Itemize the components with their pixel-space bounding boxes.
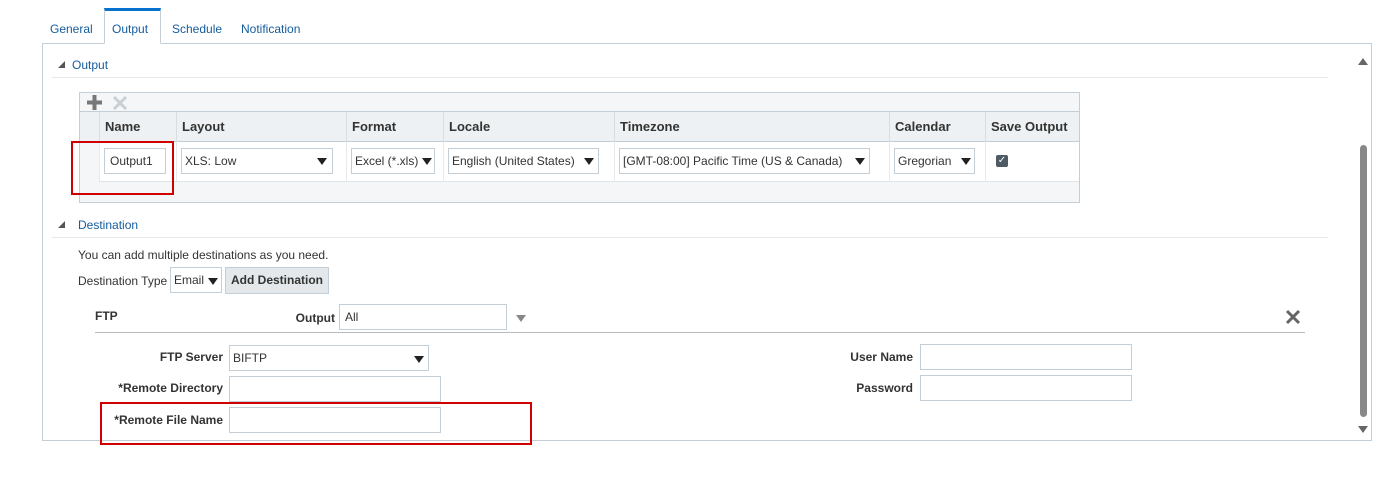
vertical-scrollbar[interactable] bbox=[1357, 53, 1370, 437]
column-header-save-output[interactable]: Save Output bbox=[986, 112, 1079, 142]
calendar-select[interactable]: Gregorian bbox=[894, 148, 975, 174]
user-name-label: User Name bbox=[850, 350, 913, 364]
ftp-server-value: BIFTP bbox=[233, 351, 268, 365]
chevron-down-icon bbox=[855, 158, 865, 165]
chevron-down-icon bbox=[584, 158, 594, 165]
column-header-calendar[interactable]: Calendar bbox=[890, 112, 986, 142]
table-row: Output1 XLS: Low Excel (*.xls) English (… bbox=[80, 142, 1079, 182]
column-header-layout[interactable]: Layout bbox=[177, 112, 347, 142]
scroll-up-icon[interactable] bbox=[1358, 58, 1368, 65]
section-divider bbox=[52, 237, 1328, 238]
destination-hint: You can add multiple destinations as you… bbox=[78, 248, 329, 262]
remote-directory-input[interactable] bbox=[229, 376, 441, 402]
cell-calendar: Gregorian bbox=[890, 142, 986, 182]
save-output-checkbox[interactable]: ✓ bbox=[996, 155, 1008, 167]
cell-layout: XLS: Low bbox=[177, 142, 347, 182]
delete-icon[interactable] bbox=[112, 95, 128, 111]
destination-type-value: Email bbox=[174, 273, 205, 287]
cell-timezone: [GMT-08:00] Pacific Time (US & Canada) bbox=[615, 142, 890, 182]
format-select-value: Excel (*.xls) bbox=[355, 154, 419, 168]
tab-general[interactable]: General bbox=[42, 8, 101, 44]
ftp-divider bbox=[95, 332, 1305, 333]
highlight-box-name bbox=[71, 141, 174, 195]
ftp-output-value: All bbox=[345, 310, 359, 324]
chevron-down-icon bbox=[208, 278, 218, 285]
collapse-triangle-icon[interactable] bbox=[58, 221, 66, 229]
ftp-server-select[interactable]: BIFTP bbox=[229, 345, 429, 371]
add-icon[interactable] bbox=[86, 94, 103, 111]
ftp-output-select[interactable]: All bbox=[339, 304, 507, 330]
layout-select-value: XLS: Low bbox=[185, 154, 237, 168]
password-label: Password bbox=[856, 381, 913, 395]
ftp-server-label: FTP Server bbox=[159, 350, 223, 364]
layout-select[interactable]: XLS: Low bbox=[181, 148, 333, 174]
password-input[interactable] bbox=[920, 375, 1132, 401]
column-header-timezone[interactable]: Timezone bbox=[615, 112, 890, 142]
calendar-select-value: Gregorian bbox=[898, 154, 952, 168]
table-header-row: Name Layout Format Locale Timezone Calen… bbox=[80, 111, 1079, 142]
destination-type-label: Destination Type bbox=[78, 274, 168, 288]
output-section-title[interactable]: Output bbox=[72, 58, 108, 72]
chevron-down-icon bbox=[422, 158, 432, 165]
column-header-name[interactable]: Name bbox=[100, 112, 177, 142]
column-header-locale[interactable]: Locale bbox=[444, 112, 615, 142]
chevron-down-icon bbox=[317, 158, 327, 165]
scroll-down-icon[interactable] bbox=[1358, 426, 1368, 433]
add-destination-button[interactable]: Add Destination bbox=[225, 267, 329, 294]
remove-destination-icon[interactable] bbox=[1285, 309, 1301, 325]
format-select[interactable]: Excel (*.xls) bbox=[351, 148, 435, 174]
collapse-triangle-icon[interactable] bbox=[58, 61, 66, 69]
chevron-down-icon bbox=[961, 158, 971, 165]
scroll-thumb[interactable] bbox=[1360, 145, 1367, 417]
destination-type-select[interactable]: Email bbox=[170, 267, 222, 293]
ftp-title: FTP bbox=[95, 309, 118, 323]
cell-save-output: ✓ bbox=[986, 142, 1079, 182]
chevron-down-icon bbox=[414, 356, 424, 363]
cell-format: Excel (*.xls) bbox=[347, 142, 444, 182]
remote-directory-label: *Remote Directory bbox=[118, 381, 223, 395]
tab-output[interactable]: Output bbox=[104, 8, 161, 44]
user-name-input[interactable] bbox=[920, 344, 1132, 370]
ftp-output-label: Output bbox=[295, 311, 335, 325]
timezone-select[interactable]: [GMT-08:00] Pacific Time (US & Canada) bbox=[619, 148, 870, 174]
tab-bar: General Output Schedule Notification bbox=[42, 8, 1372, 44]
tab-schedule[interactable]: Schedule bbox=[164, 8, 230, 44]
section-divider bbox=[52, 77, 1328, 78]
column-header-format[interactable]: Format bbox=[347, 112, 444, 142]
locale-select[interactable]: English (United States) bbox=[448, 148, 599, 174]
tab-notification[interactable]: Notification bbox=[233, 8, 308, 44]
destination-section-title[interactable]: Destination bbox=[78, 218, 138, 232]
row-selector-header bbox=[80, 112, 100, 142]
cell-locale: English (United States) bbox=[444, 142, 615, 182]
timezone-select-value: [GMT-08:00] Pacific Time (US & Canada) bbox=[623, 154, 843, 168]
locale-select-value: English (United States) bbox=[452, 154, 575, 168]
chevron-down-icon[interactable] bbox=[516, 315, 526, 322]
highlight-box-remote-file-name bbox=[100, 402, 532, 445]
